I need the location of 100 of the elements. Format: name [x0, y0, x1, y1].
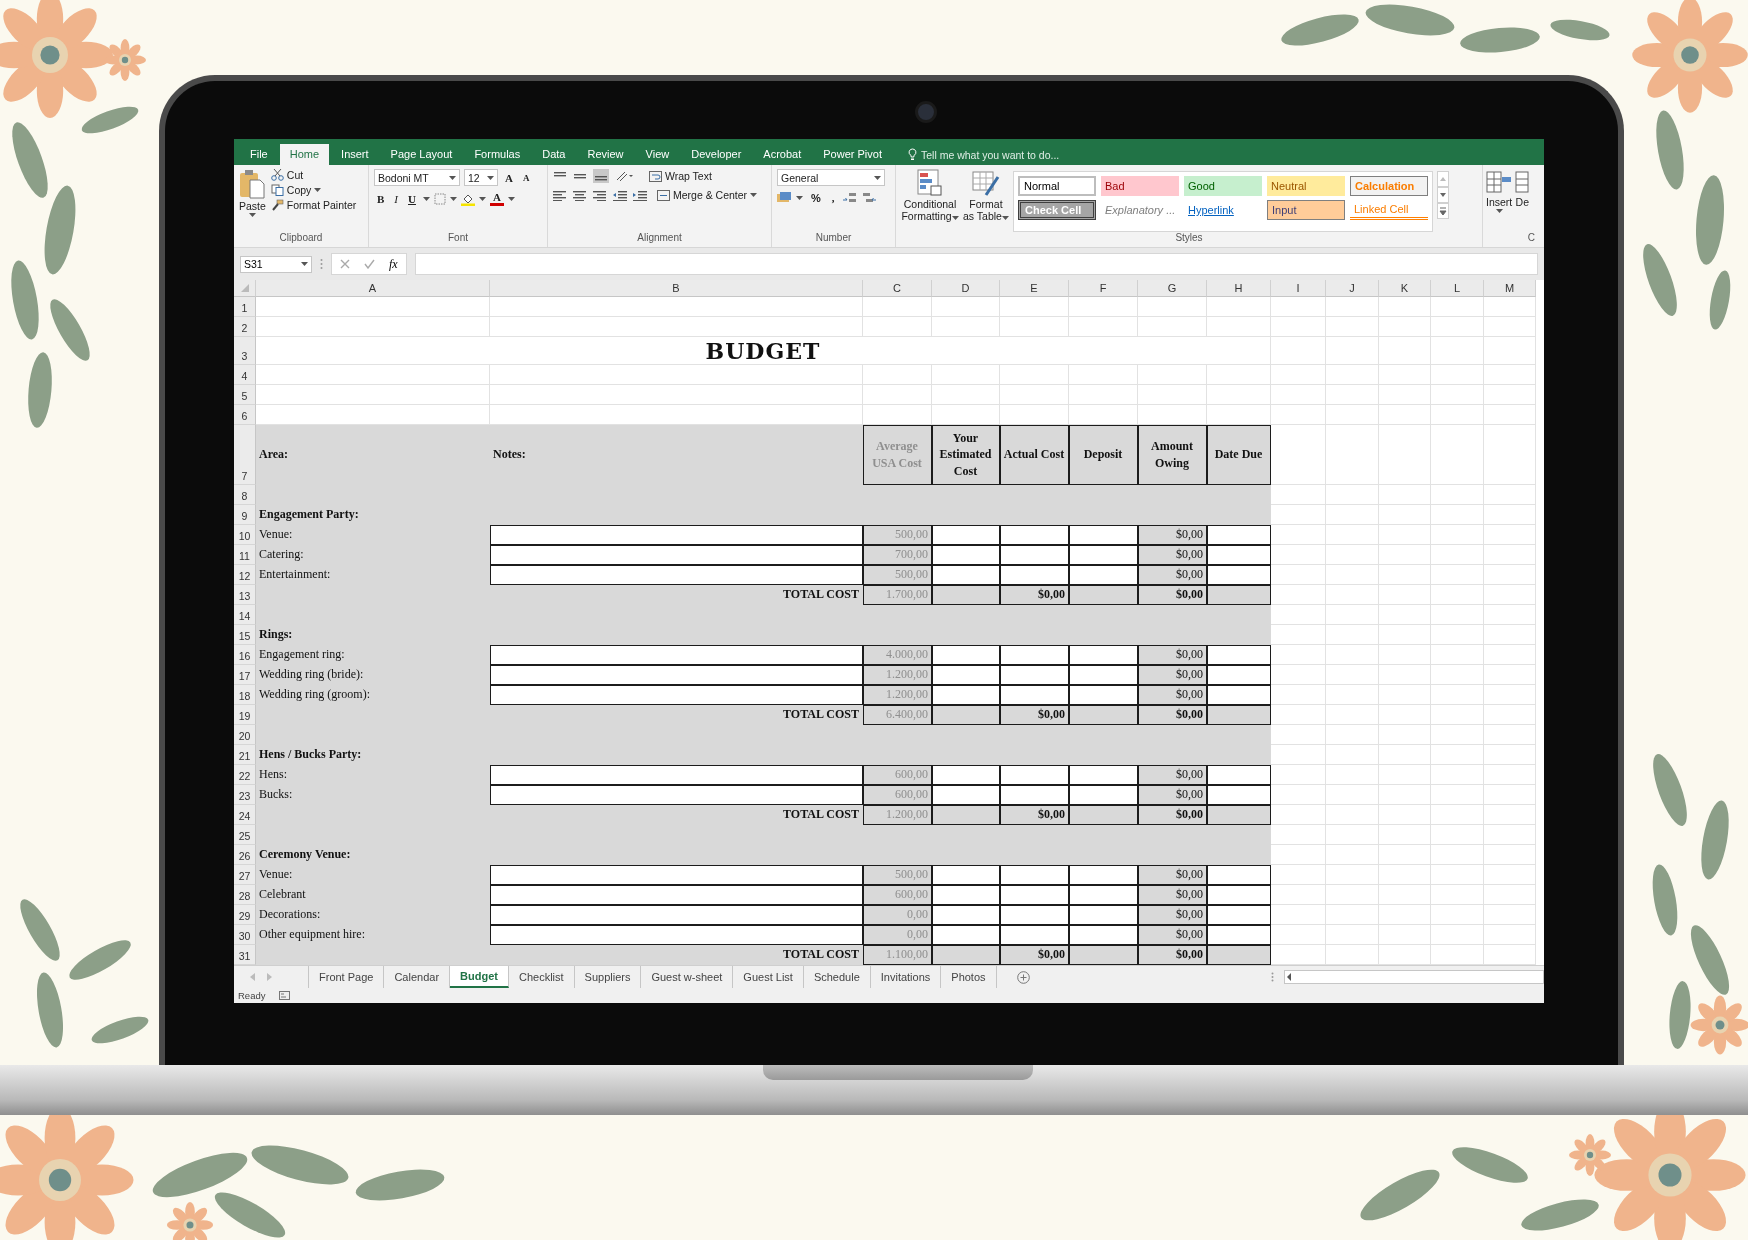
increase-decimal-icon[interactable] [842, 192, 857, 204]
empty-cell[interactable] [1326, 785, 1379, 805]
empty-cell[interactable] [490, 385, 863, 405]
delete-cells-icon[interactable] [1515, 169, 1530, 195]
empty-cell[interactable] [1484, 545, 1536, 565]
empty-cell[interactable] [1379, 425, 1431, 485]
empty-cell[interactable] [1431, 385, 1484, 405]
empty-cell[interactable] [1138, 317, 1207, 337]
row-number[interactable]: 15 [234, 625, 256, 645]
row-number[interactable]: 23 [234, 785, 256, 805]
column-header[interactable]: M [1484, 280, 1536, 297]
row-number[interactable]: 18 [234, 685, 256, 705]
empty-cell[interactable] [1379, 605, 1431, 625]
empty-cell[interactable] [1431, 425, 1484, 485]
column-header[interactable]: D [932, 280, 1000, 297]
cell-style-option[interactable]: Good [1184, 176, 1262, 196]
grow-font-button[interactable]: A [502, 171, 516, 184]
empty-cell[interactable] [1484, 705, 1536, 725]
ribbon-tab[interactable]: File [240, 144, 278, 165]
row-number[interactable]: 28 [234, 885, 256, 905]
caret-icon[interactable] [750, 193, 758, 197]
empty-cell[interactable] [1379, 385, 1431, 405]
empty-cell[interactable] [1431, 885, 1484, 905]
empty-cell[interactable] [1484, 485, 1536, 505]
empty-cell[interactable] [1379, 885, 1431, 905]
empty-cell[interactable] [1379, 365, 1431, 385]
cell-style-option[interactable]: Normal [1018, 176, 1096, 196]
copy-icon[interactable] [270, 184, 284, 196]
row-number[interactable]: 4 [234, 365, 256, 385]
empty-cell[interactable] [1431, 525, 1484, 545]
empty-cell[interactable] [1431, 297, 1484, 317]
empty-cell[interactable] [863, 365, 932, 385]
wrap-text-button[interactable]: Wrap Text [649, 170, 712, 182]
empty-cell[interactable] [1431, 405, 1484, 425]
empty-cell[interactable] [1326, 605, 1379, 625]
empty-cell[interactable] [1484, 825, 1536, 845]
empty-cell[interactable] [932, 365, 1000, 385]
empty-cell[interactable] [1271, 385, 1326, 405]
empty-cell[interactable] [932, 385, 1000, 405]
align-left-icon[interactable] [553, 189, 567, 201]
insert-button[interactable]: Insert [1486, 169, 1513, 232]
empty-cell[interactable] [1484, 865, 1536, 885]
empty-cell[interactable] [1326, 405, 1379, 425]
empty-cell[interactable] [1431, 505, 1484, 525]
empty-cell[interactable] [1484, 405, 1536, 425]
empty-cell[interactable] [1484, 337, 1536, 365]
row-number[interactable]: 22 [234, 765, 256, 785]
caret-icon[interactable] [507, 197, 515, 201]
empty-cell[interactable] [1484, 625, 1536, 645]
row-number[interactable]: 11 [234, 545, 256, 565]
empty-cell[interactable] [1431, 665, 1484, 685]
empty-cell[interactable] [1326, 297, 1379, 317]
empty-cell[interactable] [863, 385, 932, 405]
empty-cell[interactable] [1379, 805, 1431, 825]
empty-cell[interactable] [1484, 885, 1536, 905]
delete-button[interactable]: De [1515, 169, 1530, 232]
row-number[interactable]: 9 [234, 505, 256, 525]
align-center-icon[interactable] [573, 189, 587, 201]
increase-indent-icon[interactable] [633, 189, 647, 201]
ribbon-tab[interactable]: Acrobat [753, 144, 812, 165]
caret-icon[interactable] [487, 175, 494, 180]
empty-cell[interactable] [1431, 925, 1484, 945]
cancel-icon[interactable] [340, 259, 350, 269]
empty-cell[interactable] [490, 317, 863, 337]
scissors-icon[interactable] [270, 169, 284, 181]
empty-cell[interactable] [1326, 825, 1379, 845]
empty-cell[interactable] [1379, 485, 1431, 505]
decrease-indent-icon[interactable] [613, 189, 627, 201]
italic-button[interactable]: I [391, 193, 401, 205]
empty-cell[interactable] [863, 297, 932, 317]
align-bottom-icon[interactable] [593, 169, 609, 183]
name-box[interactable]: S31 [240, 255, 312, 273]
merge-icon[interactable] [657, 189, 670, 201]
select-all-icon[interactable] [240, 284, 249, 292]
empty-cell[interactable] [1431, 705, 1484, 725]
cell-style-option[interactable]: Hyperlink [1184, 200, 1262, 220]
empty-cell[interactable] [1000, 385, 1069, 405]
empty-cell[interactable] [1207, 365, 1271, 385]
empty-cell[interactable] [1431, 805, 1484, 825]
empty-cell[interactable] [1326, 905, 1379, 925]
empty-cell[interactable] [1431, 625, 1484, 645]
align-right-icon[interactable] [593, 189, 607, 201]
column-header[interactable]: E [1000, 280, 1069, 297]
shrink-font-button[interactable]: A [519, 172, 533, 183]
scroll-left-icon[interactable] [1285, 972, 1293, 982]
search-hint[interactable]: Tell me what you want to do... [920, 148, 1060, 161]
empty-cell[interactable] [1069, 317, 1138, 337]
caret-icon[interactable] [449, 197, 457, 201]
more-options-icon[interactable] [1271, 972, 1274, 982]
empty-cell[interactable] [1484, 925, 1536, 945]
row-number[interactable]: 27 [234, 865, 256, 885]
empty-cell[interactable] [1326, 745, 1379, 765]
empty-cell[interactable] [1379, 925, 1431, 945]
cut-button[interactable]: Cut [286, 169, 304, 181]
empty-cell[interactable] [863, 317, 932, 337]
empty-cell[interactable] [1431, 785, 1484, 805]
row-number[interactable]: 1 [234, 297, 256, 317]
table-format-icon[interactable] [972, 169, 1000, 197]
number-format-field[interactable]: General [777, 169, 885, 186]
empty-cell[interactable] [1326, 685, 1379, 705]
